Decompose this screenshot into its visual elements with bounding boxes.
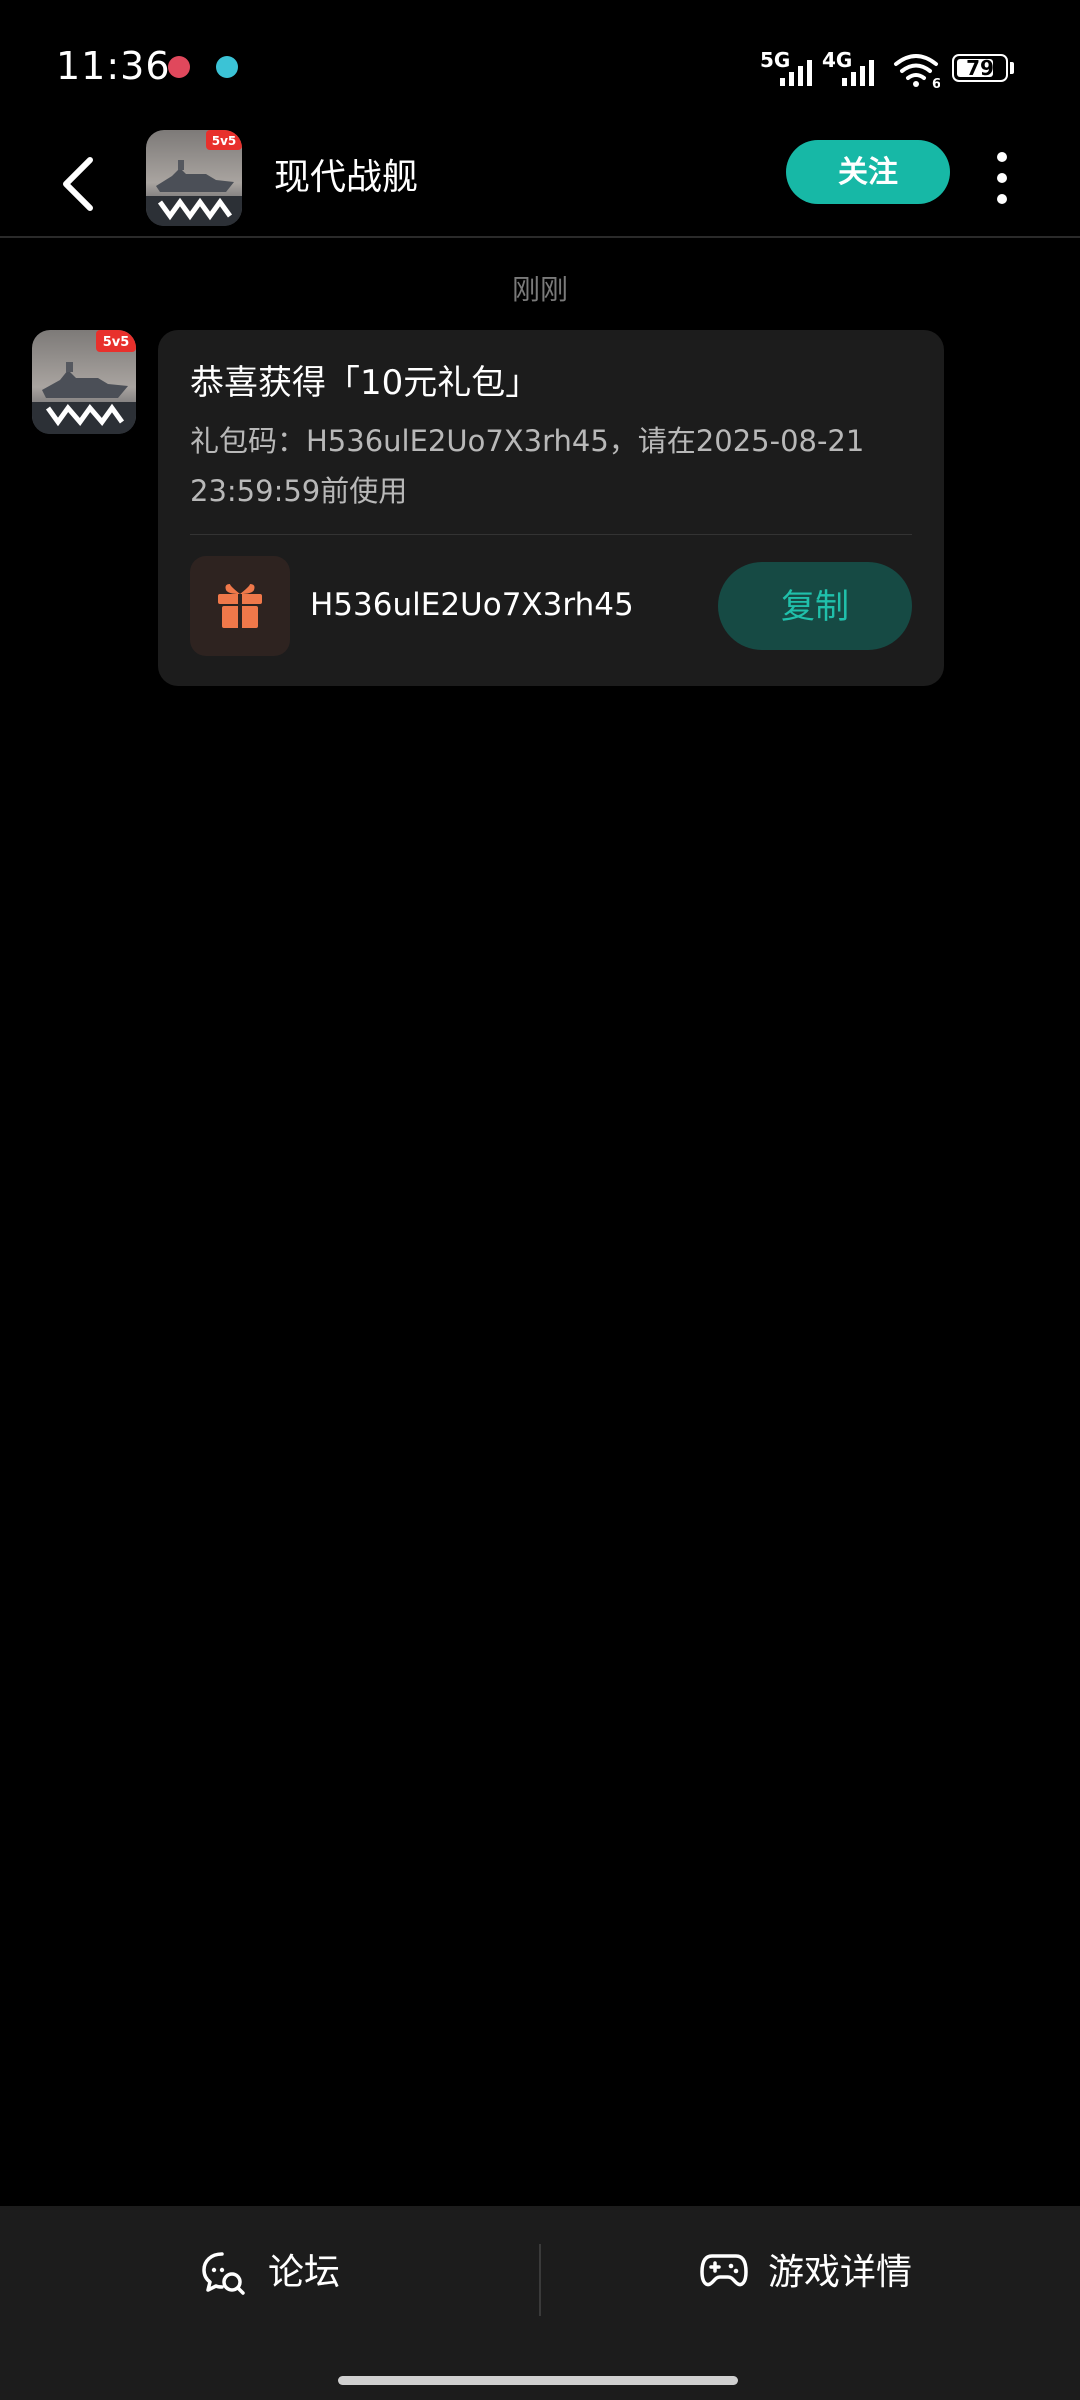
wifi-sub-label: 6 xyxy=(932,77,940,88)
gift-tile xyxy=(190,556,290,656)
gamepad-icon xyxy=(700,2254,748,2287)
battery-tip xyxy=(1010,62,1014,74)
game-details-tab[interactable]: 游戏详情 xyxy=(700,2244,960,2304)
notification-app-icon xyxy=(216,56,238,78)
signal-bars-icon xyxy=(780,60,812,86)
more-dot xyxy=(997,173,1007,183)
sender-avatar[interactable]: 5v5 xyxy=(32,330,136,434)
battery-icon: 79 xyxy=(952,54,1014,84)
message-title: 恭喜获得「10元礼包」 xyxy=(190,363,540,403)
back-button[interactable] xyxy=(40,142,120,222)
forum-chat-icon xyxy=(202,2252,245,2295)
gift-icon xyxy=(218,584,262,628)
notification-app-icon xyxy=(168,56,190,78)
game-logo-icon: 5v5 xyxy=(32,330,136,434)
signal-bars-icon xyxy=(842,60,874,86)
more-dot xyxy=(997,152,1007,162)
more-dot xyxy=(997,194,1007,204)
game-avatar[interactable]: 5v5 xyxy=(146,130,242,226)
chat-header: 5v5 现代战舰 关注 xyxy=(0,130,1080,238)
message-timestamp: 刚刚 xyxy=(511,273,568,306)
battery-level: 79 xyxy=(966,56,994,80)
forum-tab[interactable]: 论坛 xyxy=(200,2244,400,2304)
home-indicator[interactable] xyxy=(338,2376,738,2385)
bottom-bar: 论坛 游戏详情 xyxy=(0,2206,1080,2400)
game-details-tab-label: 游戏详情 xyxy=(768,2252,913,2293)
tab-divider xyxy=(539,2244,541,2316)
copy-button[interactable]: 复制 xyxy=(718,562,912,650)
avatar-badge: 5v5 xyxy=(103,335,130,350)
gift-code: H536ulE2Uo7X3rh45 xyxy=(310,587,634,623)
status-time: 11:36 xyxy=(56,44,171,88)
signal-4g-icon: 4G xyxy=(822,48,886,86)
game-logo-icon: 5v5 xyxy=(146,130,242,226)
status-bar: 11:36 5G 4G 6 79 xyxy=(0,0,1080,130)
game-badge: 5v5 xyxy=(212,134,237,148)
wifi-icon: 6 xyxy=(894,54,940,88)
message-divider xyxy=(190,534,912,535)
follow-button[interactable]: 关注 xyxy=(786,140,950,204)
signal-5g-icon: 5G xyxy=(760,48,824,86)
gift-message-card: 恭喜获得「10元礼包」 礼包码：H536ulE2Uo7X3rh45，请在2025… xyxy=(158,330,944,686)
chat-title: 现代战舰 xyxy=(274,157,419,198)
message-body: 礼包码：H536ulE2Uo7X3rh45，请在2025-08-21 23:59… xyxy=(190,424,865,508)
forum-tab-label: 论坛 xyxy=(268,2252,341,2293)
more-options-button[interactable] xyxy=(982,148,1022,208)
chevron-left-icon xyxy=(63,157,93,211)
